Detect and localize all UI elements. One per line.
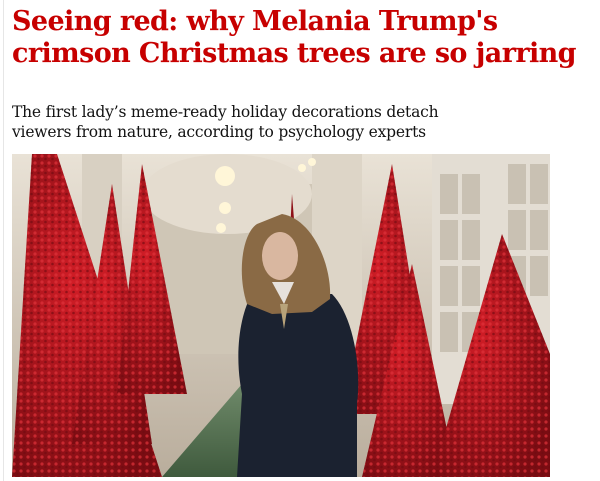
standfirst-line-1: The first lady’s meme-ready holiday deco… bbox=[12, 103, 439, 121]
article-standfirst: The first lady’s meme-ready holiday deco… bbox=[12, 102, 592, 142]
standfirst-line-2: viewers from nature, according to psycho… bbox=[12, 123, 426, 141]
headline-line-2: crimson Christmas trees are so jarring bbox=[12, 38, 577, 69]
headline-line-1: Seeing red: why Melania Trump's bbox=[12, 6, 498, 37]
page-left-border bbox=[3, 0, 4, 481]
hero-photo-illustration bbox=[12, 154, 550, 477]
hero-photo[interactable] bbox=[12, 154, 550, 477]
article-headline[interactable]: Seeing red: why Melania Trump's crimson … bbox=[12, 6, 592, 70]
